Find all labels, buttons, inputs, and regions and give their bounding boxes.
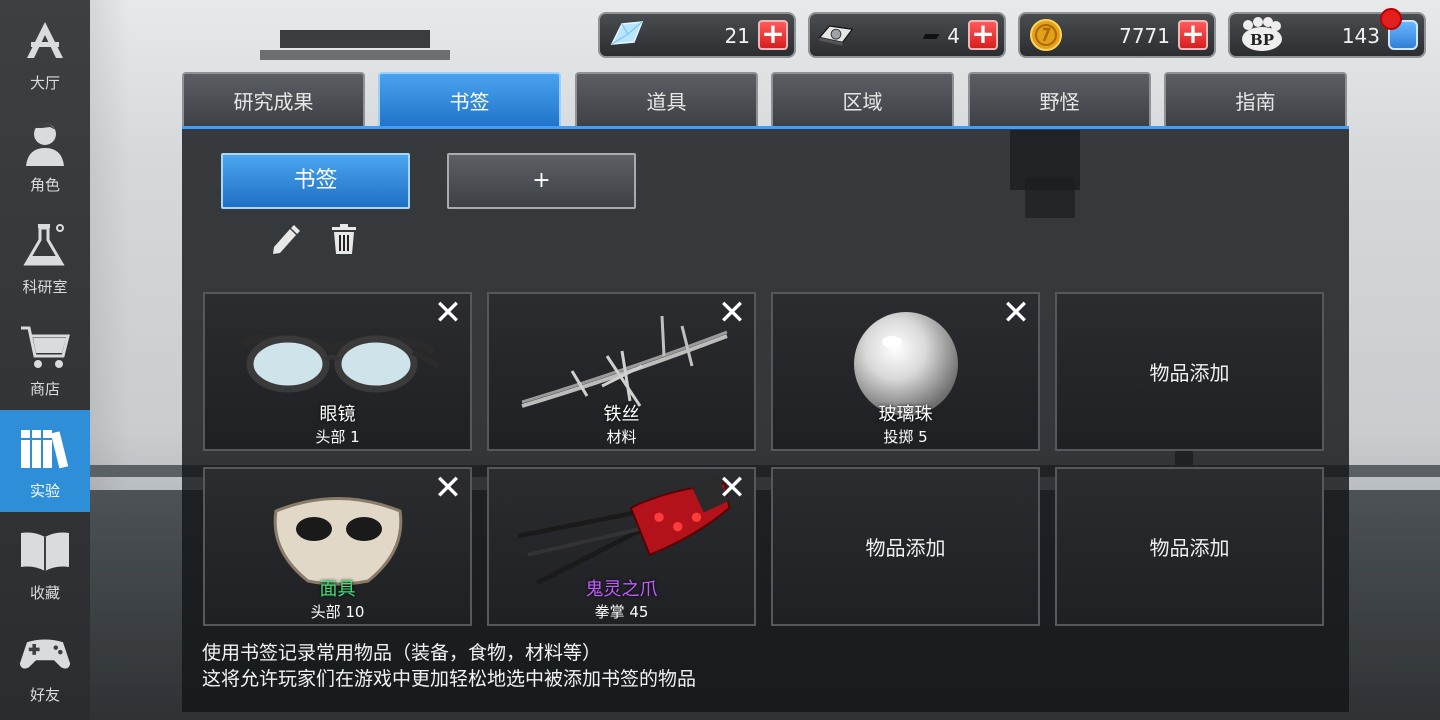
item-subtitle: 拳掌 45 xyxy=(594,603,649,621)
item-subtitle: 头部 10 xyxy=(310,603,365,621)
empty-item-slot[interactable]: 物品添加 xyxy=(771,467,1040,626)
sidebar: 大厅 角色 科研室 商店 实验 收藏 好友 xyxy=(0,0,90,720)
item-name: 眼镜 xyxy=(319,404,356,425)
hard-drive-icon xyxy=(818,18,854,52)
bp-paw-icon: BP xyxy=(1238,17,1286,52)
sidebar-item-lobby[interactable]: 大厅 xyxy=(0,2,90,104)
sidebar-item-label: 实验 xyxy=(29,481,60,500)
coin-value: 7771 xyxy=(1119,24,1170,48)
remove-close-icon[interactable]: ✕ xyxy=(432,471,464,505)
add-bookmark-button[interactable]: + xyxy=(447,153,636,209)
crystal-value: 21 xyxy=(724,24,750,48)
drive-dash xyxy=(922,34,940,39)
empty-item-slot[interactable]: 物品添加 xyxy=(1055,467,1324,626)
tab-area[interactable]: 区域 xyxy=(771,72,954,128)
remove-close-icon[interactable]: ✕ xyxy=(716,471,748,505)
lobby-icon xyxy=(18,14,72,68)
bookmark-subtab-button[interactable]: 书签 xyxy=(221,153,410,209)
description-line: 使用书签记录常用物品（装备，食物，材料等） xyxy=(202,642,602,664)
bookmark-item-card[interactable]: 铁丝 材料 ✕ xyxy=(487,292,756,451)
cart-icon xyxy=(18,320,72,374)
bookmark-item-card[interactable]: 玻璃珠 投掷 5 ✕ xyxy=(771,292,1040,451)
add-item-label: 物品添加 xyxy=(865,536,946,560)
remove-close-icon[interactable]: ✕ xyxy=(716,296,748,330)
tab-research[interactable]: 研究成果 xyxy=(182,72,365,128)
sidebar-item-shop[interactable]: 商店 xyxy=(0,308,90,410)
bp-value: 143 xyxy=(1341,24,1380,48)
sidebar-item-collection[interactable]: 收藏 xyxy=(0,512,90,614)
add-item-label: 物品添加 xyxy=(1149,536,1230,560)
sidebar-item-friends[interactable]: 好友 xyxy=(0,614,90,716)
main-tabs: 研究成果 书签 道具 区域 野怪 指南 xyxy=(182,72,1349,128)
bookmark-item-card[interactable]: 眼镜 头部 1 ✕ xyxy=(203,292,472,451)
sidebar-item-label: 商店 xyxy=(29,379,60,398)
sidebar-item-experiment[interactable]: 实验 xyxy=(0,410,90,512)
sidebar-item-label: 大厅 xyxy=(29,73,60,92)
tab-guide[interactable]: 指南 xyxy=(1164,72,1347,128)
item-subtitle: 头部 1 xyxy=(315,428,360,446)
empty-item-slot[interactable]: 物品添加 xyxy=(1055,292,1324,451)
item-name: 玻璃珠 xyxy=(878,404,933,425)
item-name: 铁丝 xyxy=(603,404,640,425)
bp-counter: BP 143 xyxy=(1228,8,1426,58)
notification-dot xyxy=(1380,8,1402,30)
add-drive-button[interactable]: + xyxy=(968,20,998,50)
item-name: 面具 xyxy=(319,579,356,600)
crystal-counter: 21 + xyxy=(598,12,796,58)
books-icon xyxy=(18,422,72,476)
gamepad-icon xyxy=(18,626,72,680)
svg-text:BP: BP xyxy=(1250,31,1274,49)
remove-close-icon[interactable]: ✕ xyxy=(1000,296,1032,330)
bookmark-item-card[interactable]: 面具 头部 10 ✕ xyxy=(203,467,472,626)
drive-counter: 4 + xyxy=(808,12,1006,58)
character-icon xyxy=(18,116,72,170)
description-line: 这将允许玩家们在游戏中更加轻松地选中被添加书签的物品 xyxy=(202,668,697,690)
crystal-icon xyxy=(608,18,644,52)
bookmark-item-card[interactable]: 鬼灵之爪 拳掌 45 ✕ xyxy=(487,467,756,626)
remove-close-icon[interactable]: ✕ xyxy=(432,296,464,330)
item-subtitle: 材料 xyxy=(606,428,637,446)
add-crystal-button[interactable]: + xyxy=(758,20,788,50)
drive-value: 4 xyxy=(947,24,960,48)
trash-icon[interactable] xyxy=(330,223,360,255)
sidebar-item-label: 角色 xyxy=(29,175,60,194)
sidebar-item-label: 收藏 xyxy=(29,583,60,602)
tab-bookmark[interactable]: 书签 xyxy=(378,72,561,128)
bookmark-description: 使用书签记录常用物品（装备，食物，材料等） 这将允许玩家们在游戏中更加轻松地选中… xyxy=(202,640,696,692)
flask-icon xyxy=(18,218,72,272)
add-item-label: 物品添加 xyxy=(1149,361,1230,385)
add-coin-button[interactable]: + xyxy=(1178,20,1208,50)
item-subtitle: 投掷 5 xyxy=(883,428,928,446)
edit-pencil-icon[interactable] xyxy=(270,223,300,255)
tab-items[interactable]: 道具 xyxy=(575,72,758,128)
gold-coin-icon xyxy=(1028,18,1064,52)
coin-counter: 7771 + xyxy=(1018,12,1216,58)
sidebar-item-label: 好友 xyxy=(29,685,60,704)
sidebar-item-character[interactable]: 角色 xyxy=(0,104,90,206)
open-book-icon xyxy=(18,524,72,578)
item-name: 鬼灵之爪 xyxy=(585,579,658,600)
tab-monsters[interactable]: 野怪 xyxy=(968,72,1151,128)
sidebar-item-label: 科研室 xyxy=(22,277,68,296)
sidebar-item-lab[interactable]: 科研室 xyxy=(0,206,90,308)
